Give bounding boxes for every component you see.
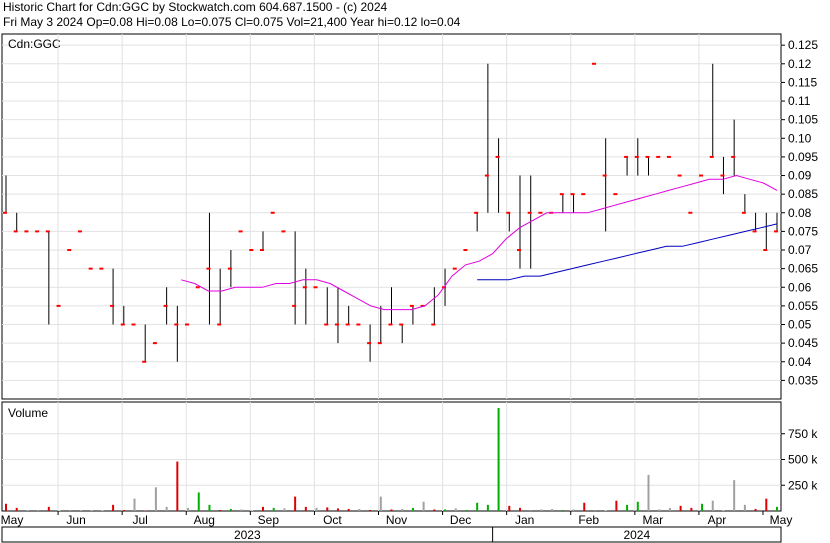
time-axis: May Jun Jul Aug Sep Oct Nov Dec Jan Feb Mar Apr May 2…: [1, 511, 793, 543]
stock-chart: 0.125 0.12 0.115 0.11 0.105 0.10 0.095 0.09 0.08…: [1, 33, 818, 543]
year-label: 2023: [234, 528, 261, 542]
price-frame: [1, 33, 782, 400]
month-label: May: [1, 513, 24, 527]
month-label: May: [770, 513, 793, 527]
price-tick-label: 0.10: [788, 131, 812, 145]
price-tick-label: 0.05: [788, 318, 812, 332]
year-band: [1, 526, 782, 543]
symbol-label: Cdn:GGC: [8, 37, 61, 51]
month-label: Aug: [194, 513, 215, 527]
month-label: Mar: [642, 513, 663, 527]
price-tick-label: 0.07: [788, 243, 812, 257]
month-label: Jul: [132, 513, 147, 527]
price-tick-label: 0.105: [788, 113, 818, 127]
volume-label: Volume: [8, 406, 48, 420]
price-tick-label: 0.04: [788, 355, 812, 369]
month-label: Apr: [708, 513, 727, 527]
volume-tick-label: 500 k: [788, 453, 818, 467]
month-label: Jan: [515, 513, 534, 527]
year-label: 2024: [623, 528, 650, 542]
price-tick-label: 0.115: [788, 75, 817, 89]
month-label: Jun: [66, 513, 85, 527]
month-label: Feb: [578, 513, 599, 527]
volume-frame: [1, 401, 782, 512]
price-tick-label: 0.075: [788, 224, 818, 238]
price-tick-label: 0.08: [788, 206, 812, 220]
price-tick-label: 0.085: [788, 187, 818, 201]
month-label: Dec: [450, 513, 471, 527]
price-tick-label: 0.095: [788, 150, 818, 164]
price-tick-label: 0.12: [788, 57, 812, 71]
moving-average-short-line: [181, 174, 778, 311]
price-tick-label: 0.125: [788, 38, 818, 52]
price-tick-label: 0.11: [788, 94, 811, 108]
price-tick-label: 0.09: [788, 169, 812, 183]
price-tick-label: 0.06: [788, 280, 812, 294]
price-tick-label: 0.065: [788, 262, 818, 276]
volume-tick-label: 750 k: [788, 427, 818, 441]
price-tick-label: 0.045: [788, 336, 818, 350]
volume-panel: 750 k 500 k 250 k Volume: [1, 401, 818, 512]
month-label: Nov: [386, 513, 407, 527]
moving-average-long-line: [477, 223, 778, 281]
price-tick-label: 0.035: [788, 373, 818, 387]
month-label: Sep: [258, 513, 280, 527]
month-label: Oct: [323, 513, 342, 527]
volume-tick-label: 250 k: [788, 478, 818, 492]
price-tick-label: 0.055: [788, 299, 818, 313]
price-panel: 0.125 0.12 0.115 0.11 0.105 0.10 0.095 0.09 0.08…: [1, 33, 818, 400]
